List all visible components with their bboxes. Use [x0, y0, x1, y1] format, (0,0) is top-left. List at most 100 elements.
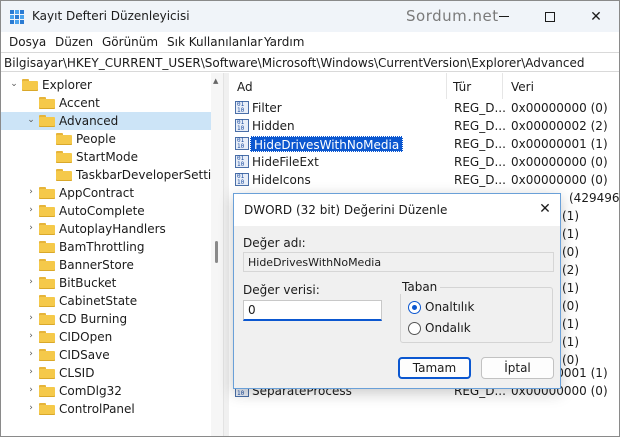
- menu-file[interactable]: Dosya: [9, 35, 46, 49]
- chevron-right-icon[interactable]: [26, 97, 36, 107]
- value-row[interactable]: HideDrivesWithNoMedia REG_D... 0x00000001 …: [229, 135, 619, 153]
- tree-scrollbar[interactable]: ▲: [211, 73, 223, 436]
- column-header-name[interactable]: Ad: [229, 73, 447, 99]
- tree-item-label: Explorer: [42, 78, 92, 92]
- chevron-right-icon[interactable]: ›: [26, 349, 36, 359]
- decimal-radio[interactable]: [408, 322, 421, 335]
- hex-radio[interactable]: [408, 301, 421, 314]
- tree-item[interactable]: › CLSID: [1, 364, 211, 382]
- tree-item[interactable]: › CIDSave: [1, 346, 211, 364]
- maximize-button[interactable]: [527, 1, 573, 32]
- tree-item[interactable]: CabinetState: [1, 292, 211, 310]
- tree-item-label: Accent: [59, 96, 100, 110]
- cancel-button[interactable]: İptal: [481, 357, 554, 379]
- folder-icon: [39, 295, 55, 307]
- value-row[interactable]: HideIcons REG_D... 0x00000000 (0): [229, 171, 619, 189]
- address-bar[interactable]: Bilgisayar\HKEY_CURRENT_USER\Software\Mi…: [1, 52, 619, 72]
- minimize-button[interactable]: [481, 1, 527, 32]
- tree-item[interactable]: StartMode: [1, 148, 211, 166]
- chevron-down-icon[interactable]: ⌄: [9, 79, 19, 89]
- tree-item-label: Advanced: [59, 114, 119, 128]
- tree-item[interactable]: ⌄ Explorer: [1, 76, 211, 94]
- tree-item[interactable]: › CD Burning: [1, 310, 211, 328]
- tree-item-label: StartMode: [76, 150, 139, 164]
- ok-button[interactable]: Tamam: [398, 357, 471, 379]
- chevron-right-icon[interactable]: [43, 169, 53, 179]
- folder-icon: [39, 187, 55, 199]
- title-bar: Kayıt Defteri Düzenleyicisi Sordum.net ✕: [1, 1, 619, 32]
- tree-item[interactable]: TaskbarDeveloperSettings: [1, 166, 223, 184]
- tree-item-label: CIDSave: [59, 348, 110, 362]
- chevron-right-icon[interactable]: ›: [26, 403, 36, 413]
- column-header-data[interactable]: Veri: [503, 73, 619, 99]
- close-button[interactable]: ✕: [573, 1, 619, 32]
- menu-bar: Dosya Düzen Görünüm Sık Kullanılanlar Ya…: [1, 32, 619, 52]
- chevron-right-icon[interactable]: [26, 241, 36, 251]
- tree-item[interactable]: › AutoplayHandlers: [1, 220, 211, 238]
- chevron-right-icon[interactable]: [26, 259, 36, 269]
- base-group: [400, 287, 553, 343]
- scroll-thumb[interactable]: [215, 241, 218, 263]
- chevron-right-icon[interactable]: [43, 151, 53, 161]
- value-data: (1): [562, 335, 579, 349]
- key-tree[interactable]: ⌄ Explorer Accent ⌄ Advanced People StartMode T…: [1, 73, 223, 436]
- maximize-icon: [545, 11, 555, 22]
- tree-item[interactable]: › AppContract: [1, 184, 211, 202]
- menu-help[interactable]: Yardım: [264, 35, 304, 49]
- menu-edit[interactable]: Düzen: [55, 35, 93, 49]
- tree-item[interactable]: › ControlPanel: [1, 400, 211, 418]
- chevron-right-icon[interactable]: ›: [26, 367, 36, 377]
- dword-value-icon: [235, 101, 249, 114]
- folder-icon: [56, 169, 72, 181]
- value-name-field: HideDrivesWithNoMedia: [243, 252, 554, 272]
- value-name: HideDrivesWithNoMedia: [250, 136, 404, 152]
- folder-icon: [39, 115, 55, 127]
- tree-item[interactable]: BamThrottling: [1, 238, 211, 256]
- tree-item[interactable]: › AutoComplete: [1, 202, 211, 220]
- hex-radio-label[interactable]: Onaltılık: [425, 300, 474, 314]
- chevron-right-icon[interactable]: ›: [26, 313, 36, 323]
- chevron-right-icon[interactable]: ›: [26, 385, 36, 395]
- chevron-right-icon[interactable]: ›: [26, 277, 36, 287]
- menu-favorites[interactable]: Sık Kullanılanlar: [167, 35, 262, 49]
- chevron-right-icon[interactable]: ›: [26, 331, 36, 341]
- chevron-right-icon[interactable]: [26, 295, 36, 305]
- tree-item[interactable]: BannerStore: [1, 256, 211, 274]
- tree-item-label: BamThrottling: [59, 240, 145, 254]
- folder-icon: [39, 403, 55, 415]
- tree-item[interactable]: › BitBucket: [1, 274, 211, 292]
- tree-item[interactable]: › ComDlg32: [1, 382, 211, 400]
- column-header-type[interactable]: Tür: [447, 73, 503, 99]
- value-row[interactable]: Hidden REG_D... 0x00000002 (2): [229, 117, 619, 135]
- tree-item-label: BitBucket: [59, 276, 117, 290]
- value-row[interactable]: Filter REG_D... 0x00000000 (0): [229, 99, 619, 117]
- value-data: (1): [562, 227, 579, 241]
- folder-icon: [39, 277, 55, 289]
- value-type: REG_D...: [454, 119, 506, 133]
- tree-item-label: AutoComplete: [59, 204, 145, 218]
- dialog-close-icon[interactable]: ✕: [537, 201, 553, 217]
- tree-item[interactable]: › CIDOpen: [1, 328, 211, 346]
- tree-item[interactable]: Accent: [1, 94, 211, 112]
- folder-icon: [39, 205, 55, 217]
- value-data-input[interactable]: [243, 300, 382, 321]
- folder-icon: [39, 223, 55, 235]
- tree-item-label: TaskbarDeveloperSettings: [76, 168, 223, 182]
- menu-view[interactable]: Görünüm: [102, 35, 158, 49]
- edit-dword-dialog: DWORD (32 bit) Değerini Düzenle ✕ Değer …: [233, 193, 561, 389]
- folder-icon: [39, 367, 55, 379]
- chevron-right-icon[interactable]: ›: [26, 205, 36, 215]
- value-row[interactable]: HideFileExt REG_D... 0x00000000 (0): [229, 153, 619, 171]
- folder-icon: [39, 313, 55, 325]
- scroll-up-icon[interactable]: ▲: [213, 77, 218, 85]
- chevron-right-icon[interactable]: ›: [26, 187, 36, 197]
- folder-icon: [39, 259, 55, 271]
- tree-item[interactable]: People: [1, 130, 211, 148]
- folder-icon: [39, 241, 55, 253]
- chevron-right-icon[interactable]: ›: [26, 223, 36, 233]
- chevron-right-icon[interactable]: [43, 133, 53, 143]
- tree-item-label: AutoplayHandlers: [59, 222, 166, 236]
- tree-item[interactable]: ⌄ Advanced: [1, 112, 211, 130]
- chevron-down-icon[interactable]: ⌄: [26, 115, 36, 125]
- decimal-radio-label[interactable]: Ondalık: [425, 321, 471, 335]
